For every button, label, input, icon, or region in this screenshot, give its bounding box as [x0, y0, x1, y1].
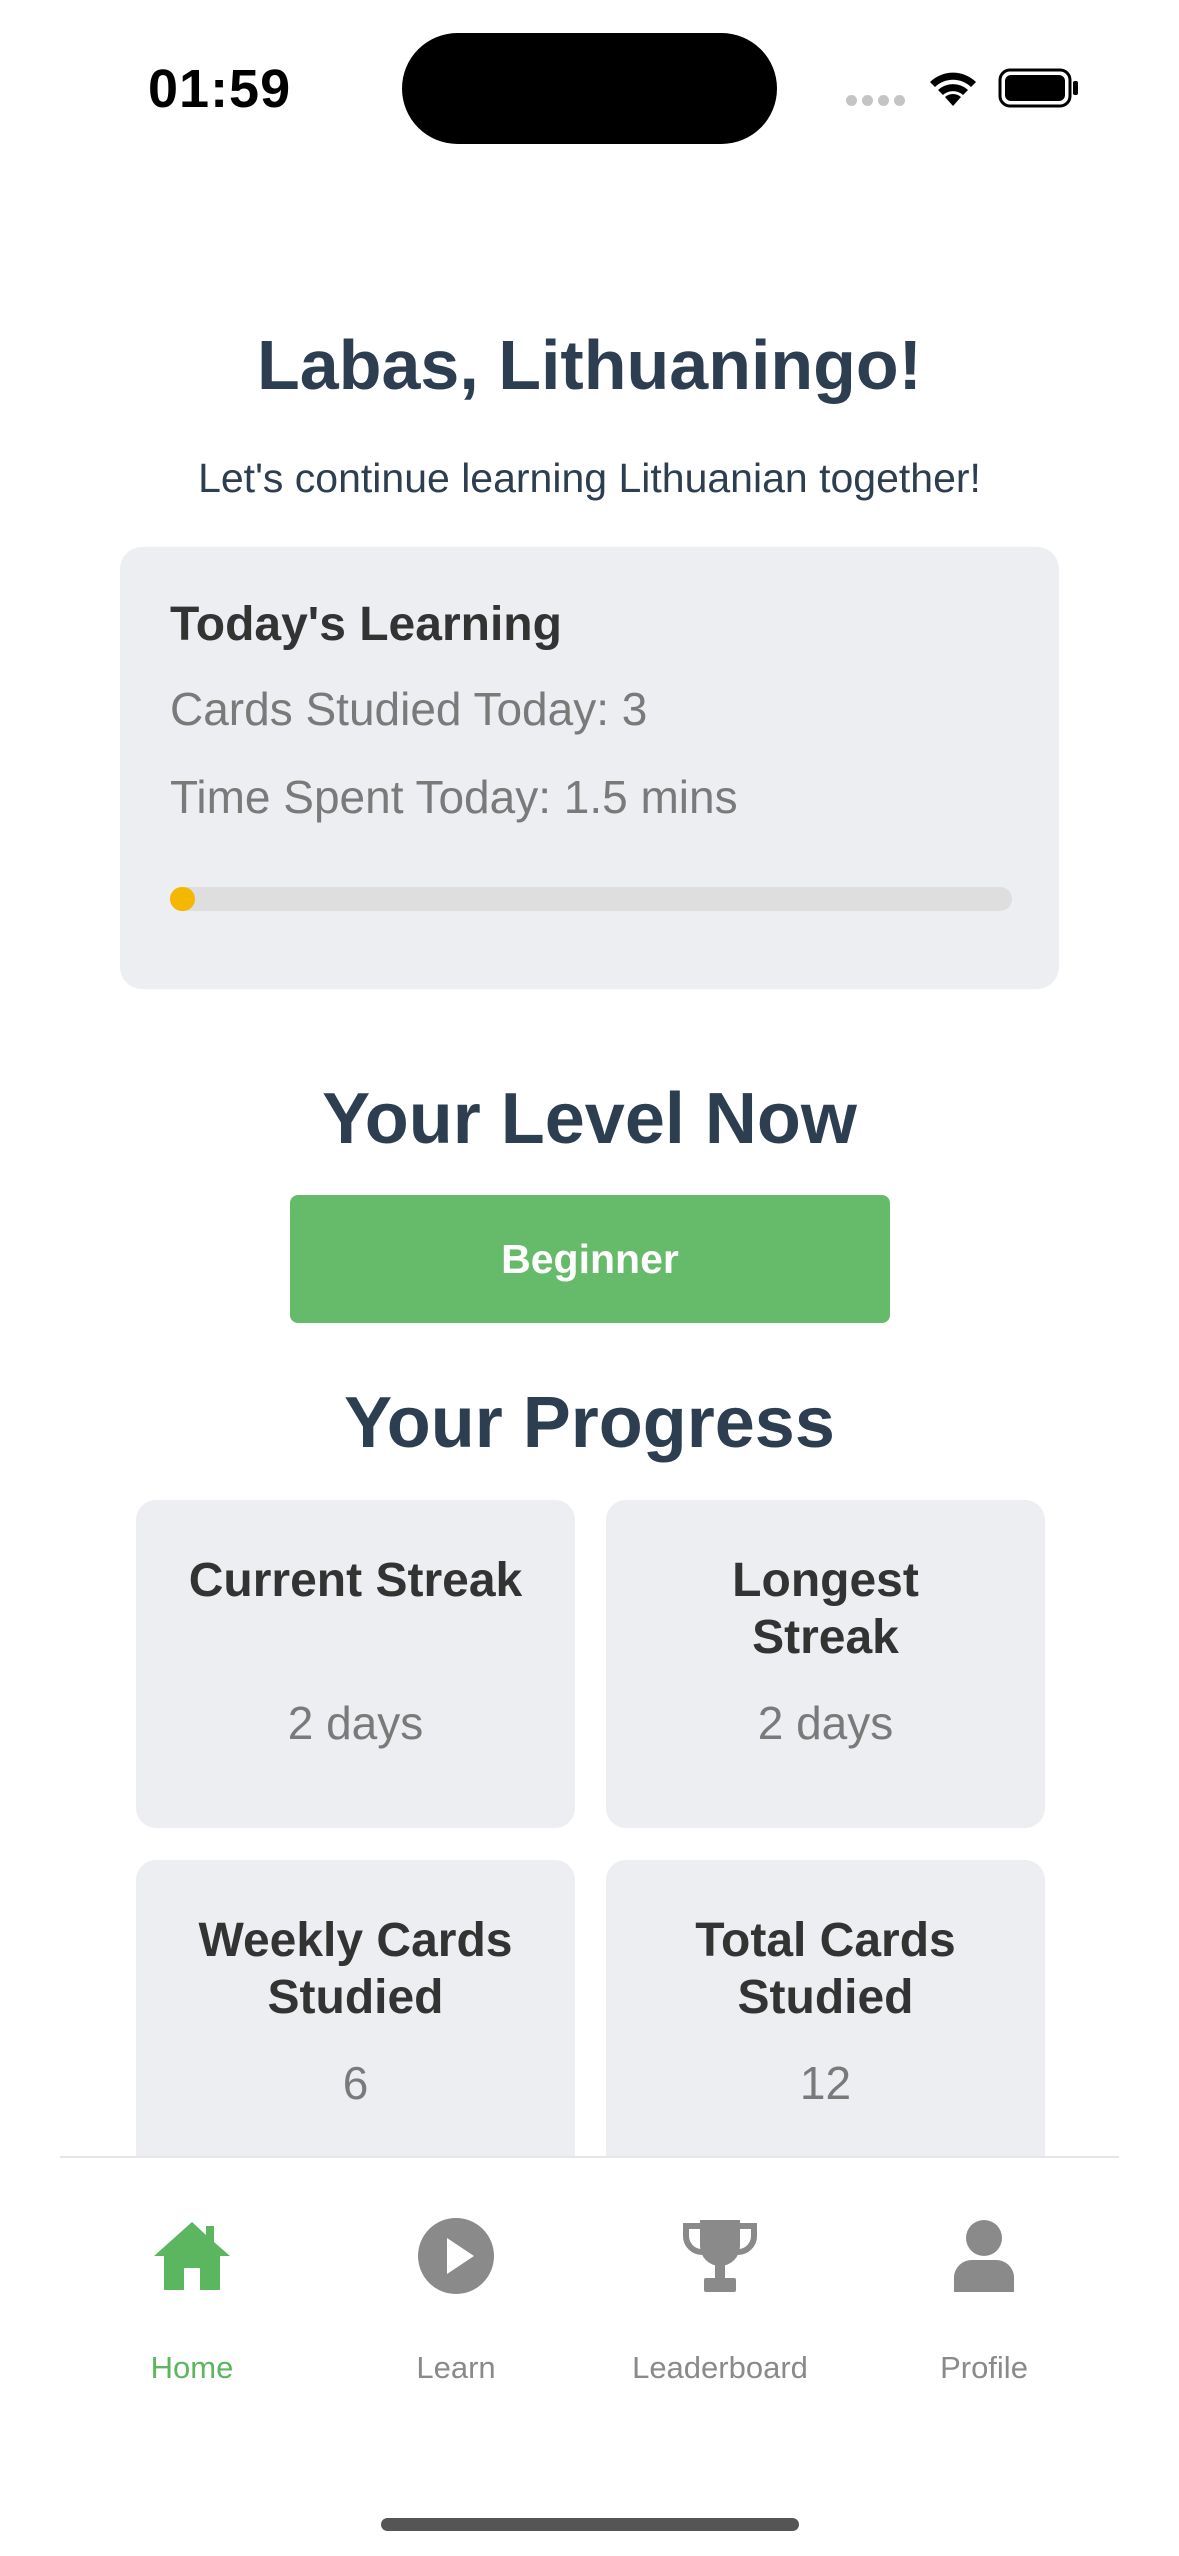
greeting-subtitle: Let's continue learning Lithuanian toget…	[198, 455, 981, 501]
trophy-icon	[683, 2220, 757, 2292]
time-spent-today: Time Spent Today: 1.5 mins	[170, 771, 738, 823]
level-title: Your Level Now	[322, 1079, 857, 1159]
battery-icon	[998, 68, 1078, 108]
stat-label: Weekly Cards Studied	[198, 1914, 513, 2024]
greeting-title: Labas, Lithuaningo!	[257, 326, 922, 404]
stat-value: 2 days	[757, 1697, 894, 1749]
status-bar: 01:59	[0, 0, 1179, 170]
progress-title: Your Progress	[344, 1383, 835, 1463]
tab-leaderboard[interactable]: Leaderboard	[588, 2216, 852, 2416]
todays-learning-card: Today's Learning Cards Studied Today: 3 …	[120, 547, 1059, 989]
signal-icon	[846, 95, 906, 107]
stat-value: 6	[342, 2057, 369, 2109]
tab-bar: Home Learn Leaderboard Profile	[0, 2156, 1179, 2556]
stat-label: Total Cards Studied	[695, 1914, 956, 2024]
play-circle-icon	[418, 2218, 494, 2294]
daily-progress-fill	[170, 887, 196, 911]
stat-card-current-streak: Current Streak 2 days	[136, 1500, 575, 1828]
tab-home[interactable]: Home	[60, 2216, 324, 2416]
cards-studied-today: Cards Studied Today: 3	[170, 683, 648, 735]
dynamic-island	[402, 33, 777, 144]
tab-label: Profile	[940, 2350, 1028, 2385]
tab-profile[interactable]: Profile	[852, 2216, 1116, 2416]
status-time: 01:59	[148, 59, 292, 119]
tab-label: Learn	[416, 2350, 496, 2385]
todays-learning-title: Today's Learning	[170, 598, 562, 651]
daily-progress-bar	[170, 887, 1012, 911]
tab-learn[interactable]: Learn	[324, 2216, 588, 2416]
stat-value: 12	[799, 2057, 852, 2109]
stat-label: Current Streak	[188, 1554, 523, 1607]
stat-value: 2 days	[287, 1697, 424, 1749]
tab-label: Leaderboard	[632, 2350, 808, 2385]
home-indicator	[381, 2518, 799, 2531]
stat-label: Longest Streak	[732, 1554, 919, 1664]
stat-card-total-cards: Total Cards Studied 12	[606, 1860, 1045, 2190]
tab-label: Home	[150, 2350, 234, 2385]
stat-card-longest-streak: Longest Streak 2 days	[606, 1500, 1045, 1828]
user-icon	[954, 2220, 1014, 2292]
stat-card-weekly-cards: Weekly Cards Studied 6	[136, 1860, 575, 2190]
home-icon	[154, 2222, 230, 2290]
tab-bar-divider	[60, 2156, 1119, 2158]
wifi-icon	[930, 72, 976, 106]
level-button[interactable]: Beginner	[290, 1195, 890, 1323]
